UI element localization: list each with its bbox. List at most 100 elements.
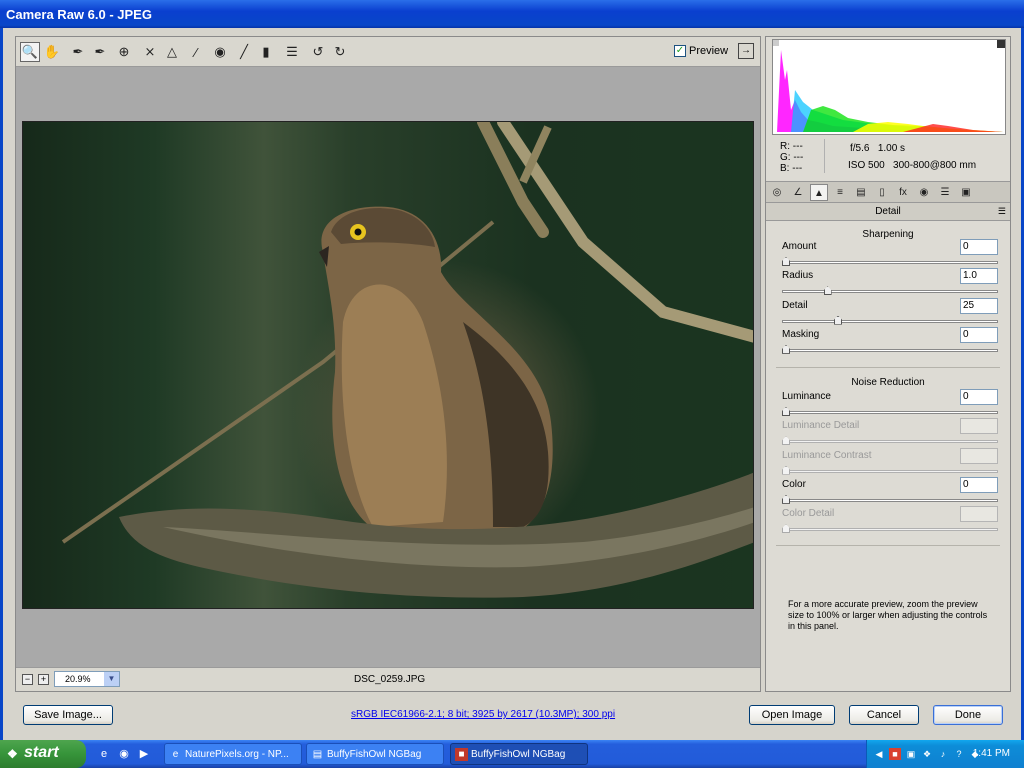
ie-icon: e <box>172 749 179 760</box>
tab-tone-curve-icon[interactable]: ∠ <box>789 184 807 201</box>
detail-slider-track[interactable] <box>782 319 998 323</box>
zoom-level-select[interactable]: 20.9% ▼ <box>54 671 120 687</box>
hand-tool-icon[interactable]: ✋ <box>42 42 62 62</box>
spot-removal-tool-icon[interactable]: ∕ <box>186 42 206 62</box>
tray-network-icon[interactable]: ▣ <box>905 748 917 760</box>
masking-slider-thumb[interactable] <box>782 344 790 354</box>
b-value: --- <box>792 163 803 174</box>
rotate-cw-icon[interactable]: ↻ <box>330 42 350 62</box>
panel-note: For a more accurate preview, zoom the pr… <box>788 599 988 631</box>
tray-help-icon[interactable]: ? <box>953 748 965 760</box>
preview-image[interactable] <box>22 121 754 609</box>
zoom-in-icon[interactable]: + <box>38 674 49 685</box>
start-label: start <box>24 744 59 761</box>
chevron-down-icon[interactable]: ▼ <box>104 672 119 686</box>
targeted-adjustment-tool-icon[interactable]: ⊕ <box>114 42 134 62</box>
ie-quicklaunch-icon[interactable]: e <box>96 746 112 762</box>
zoom-out-icon[interactable]: − <box>22 674 33 685</box>
adjustment-brush-tool-icon[interactable]: ╱ <box>234 42 254 62</box>
preview-status-bar: − + 20.9% ▼ DSC_0259.JPG <box>16 667 760 691</box>
tab-camera-calibration-icon[interactable]: ◉ <box>915 184 933 201</box>
file-name: DSC_0259.JPG <box>354 674 426 685</box>
color-control: Color 0 <box>782 476 998 507</box>
taskbar: ❖ start e ◉ ▶ e NaturePixels.org - NP...… <box>0 740 1024 768</box>
radius-slider-thumb[interactable] <box>823 286 832 296</box>
amount-value-field[interactable]: 0 <box>960 239 998 255</box>
fullscreen-toggle-icon[interactable]: → <box>738 43 754 59</box>
tab-effects-icon[interactable]: fx <box>894 184 912 201</box>
panel-tabs: ◎ ∠ ▲ ≡ ▤ ▯ fx ◉ ☰ ▣ <box>766 181 1010 203</box>
window-title: Camera Raw 6.0 - JPEG <box>6 7 152 22</box>
tab-hsl-icon[interactable]: ≡ <box>831 184 849 201</box>
app-quicklaunch-icon[interactable]: ◉ <box>116 746 132 762</box>
clock: 1:41 PM <box>972 748 1010 759</box>
amount-label: Amount <box>782 241 817 252</box>
tray-windows-icon[interactable]: ❖ <box>921 748 933 760</box>
taskbar-item-label: BuffyFishOwl NGBag <box>327 749 422 760</box>
tray-app-icon[interactable]: ■ <box>889 748 901 760</box>
color-slider-thumb[interactable] <box>782 494 790 504</box>
start-button[interactable]: ❖ start <box>0 740 86 768</box>
luminance-detail-value-field <box>960 418 998 435</box>
radius-slider-track[interactable] <box>782 290 998 294</box>
amount-slider-thumb[interactable] <box>782 257 790 266</box>
taskbar-item-label: NaturePixels.org - NP... <box>185 749 289 760</box>
luminance-value-field[interactable]: 0 <box>960 389 998 405</box>
crop-tool-icon[interactable]: ⨯ <box>140 42 160 62</box>
media-quicklaunch-icon[interactable]: ▶ <box>136 746 152 762</box>
color-slider-track[interactable] <box>782 498 998 502</box>
color-sampler-tool-icon[interactable]: ✒ <box>90 42 110 62</box>
folder-icon: ▤ <box>312 749 323 760</box>
windows-logo-icon: ❖ <box>7 747 18 761</box>
done-button[interactable]: Done <box>933 705 1003 725</box>
graduated-filter-tool-icon[interactable]: ▮ <box>256 42 276 62</box>
detail-value-field[interactable]: 25 <box>960 297 998 314</box>
tab-split-toning-icon[interactable]: ▤ <box>852 184 870 201</box>
tab-lens-corrections-icon[interactable]: ▯ <box>873 184 891 201</box>
straighten-tool-icon[interactable]: △ <box>162 42 182 62</box>
radius-value-field[interactable]: 1.0 <box>960 268 998 285</box>
taskbar-item-folder[interactable]: ▤ BuffyFishOwl NGBag <box>306 743 444 765</box>
color-label: Color <box>782 478 806 490</box>
open-image-button[interactable]: Open Image <box>749 705 835 725</box>
detail-slider-thumb[interactable] <box>834 315 842 325</box>
masking-value-field[interactable]: 0 <box>960 326 998 343</box>
section-divider <box>776 545 1000 546</box>
amount-slider-track[interactable] <box>782 261 998 264</box>
panel-menu-icon[interactable]: ☰ <box>998 206 1006 217</box>
photoshop-icon: ■ <box>455 748 468 761</box>
taskbar-item-browser[interactable]: e NaturePixels.org - NP... <box>164 743 302 765</box>
zoom-level-value: 20.9% <box>65 674 91 684</box>
check-icon[interactable]: ✓ <box>674 45 686 57</box>
luminance-contrast-slider-track <box>782 469 998 473</box>
luminance-slider-track[interactable] <box>782 411 998 414</box>
masking-slider-track[interactable] <box>782 348 998 352</box>
preview-checkbox[interactable]: ✓ Preview <box>674 45 728 57</box>
preview-area: 🔍 ✋ ✒ ✒ ⊕ ⨯ △ ∕ ◉ ╱ ▮ ☰ ↺ ↻ ✓ Preview → <box>15 36 761 692</box>
cancel-button[interactable]: Cancel <box>849 705 919 725</box>
red-eye-tool-icon[interactable]: ◉ <box>210 42 230 62</box>
taskbar-item-photoshop[interactable]: ■ BuffyFishOwl NGBag <box>450 743 588 765</box>
tab-basic-icon[interactable]: ◎ <box>768 184 786 201</box>
luminance-label: Luminance <box>782 391 831 402</box>
tray-volume-icon[interactable]: ♪ <box>937 748 949 760</box>
histogram-graph <box>773 40 1005 132</box>
tab-presets-icon[interactable]: ☰ <box>936 184 954 201</box>
adjustments-panel: R: --- G: --- B: --- f/5.6 1.00 s ISO 50… <box>765 36 1011 692</box>
panel-header: Detail ☰ <box>766 203 1010 221</box>
workflow-options-link[interactable]: sRGB IEC61966-2.1; 8 bit; 3925 by 2617 (… <box>351 709 615 720</box>
tray-arrow-icon[interactable]: ◀ <box>873 748 885 760</box>
window-title-bar[interactable]: Camera Raw 6.0 - JPEG <box>0 0 1024 28</box>
white-balance-tool-icon[interactable]: ✒ <box>68 42 88 62</box>
zoom-tool-icon[interactable]: 🔍 <box>20 42 40 62</box>
tab-snapshots-icon[interactable]: ▣ <box>957 184 975 201</box>
luminance-slider-thumb[interactable] <box>782 407 790 416</box>
g-value: --- <box>793 152 804 163</box>
save-image-button[interactable]: Save Image... <box>23 705 113 725</box>
amount-control: Amount 0 <box>782 239 998 269</box>
tab-detail-icon[interactable]: ▲ <box>810 184 828 201</box>
detail-label: Detail <box>782 299 808 311</box>
preferences-icon[interactable]: ☰ <box>282 42 302 62</box>
rotate-ccw-icon[interactable]: ↺ <box>308 42 328 62</box>
color-value-field[interactable]: 0 <box>960 476 998 493</box>
